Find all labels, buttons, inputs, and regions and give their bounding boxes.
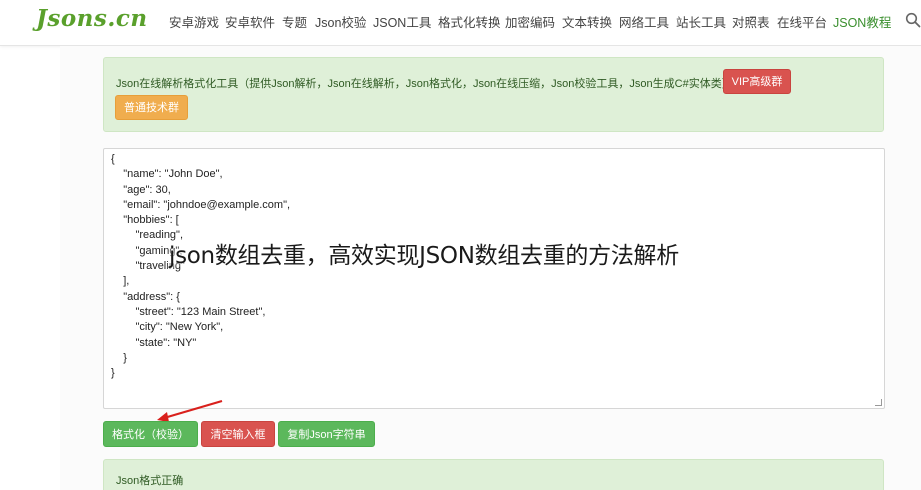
nav-item-webmaster-tools[interactable]: 站长工具	[676, 12, 726, 31]
tech-group-button[interactable]: 普通技术群	[115, 95, 188, 120]
code-line: "state": "NY"	[111, 336, 197, 349]
tool-description: Json在线解析格式化工具（提供Json解析，Json在线解析，Json格式化，…	[116, 78, 733, 90]
nav-item-json-validate[interactable]: Json校验	[315, 12, 366, 31]
code-line: {	[111, 153, 115, 165]
tool-info-alert: Json在线解析格式化工具（提供Json解析，Json在线解析，Json格式化，…	[103, 57, 884, 132]
nav-item-json-tools[interactable]: JSON工具	[373, 12, 431, 31]
nav-item-online-platform[interactable]: 在线平台	[777, 12, 827, 31]
code-line: "name": "John Doe",	[111, 168, 223, 181]
code-line: "street": "123 Main Street",	[111, 305, 266, 318]
code-line: ],	[111, 275, 130, 288]
nav-item-android-software[interactable]: 安卓软件	[225, 12, 275, 31]
resize-handle-icon[interactable]	[875, 399, 882, 406]
code-line: }	[111, 367, 115, 380]
validation-result-alert: Json格式正确	[103, 459, 884, 490]
search-icon[interactable]	[905, 12, 921, 28]
code-line: "city": "New York",	[111, 321, 224, 334]
clear-input-button[interactable]: 清空输入框	[201, 421, 275, 447]
code-line: "age": 30,	[111, 183, 171, 196]
nav-item-encrypt-encode[interactable]: 加密编码	[505, 12, 555, 31]
nav-item-reference-tables[interactable]: 对照表	[732, 12, 770, 31]
nav-item-network-tools[interactable]: 网络工具	[619, 12, 669, 31]
code-line: "address": {	[111, 290, 180, 303]
code-line: }	[111, 351, 127, 364]
vip-group-button[interactable]: VIP高级群	[723, 69, 791, 94]
nav-item-format-convert[interactable]: 格式化转换	[438, 12, 501, 31]
validation-result-text: Json格式正确	[116, 475, 184, 487]
nav-item-json-tutorial[interactable]: JSON教程	[833, 12, 891, 31]
top-navbar: Jsons.cn 安卓游戏 安卓软件 专题 Json校验 JSON工具 格式化转…	[0, 0, 921, 46]
article-title-overlay: json数组去重，高效实现JSON数组去重的方法解析	[169, 243, 679, 269]
site-logo[interactable]: Jsons.cn	[36, 5, 148, 32]
code-line: "email": "johndoe@example.com",	[111, 198, 291, 211]
nav-item-text-convert[interactable]: 文本转换	[562, 12, 612, 31]
nav-item-topics[interactable]: 专题	[282, 12, 307, 31]
code-line: "hobbies": [	[111, 214, 179, 227]
json-input-textarea[interactable]: { "name": "John Doe", "age": 30, "email"…	[103, 148, 885, 409]
format-validate-button[interactable]: 格式化（校验）	[103, 421, 198, 447]
copy-json-button[interactable]: 复制Json字符串	[278, 421, 375, 447]
nav-item-android-games[interactable]: 安卓游戏	[169, 12, 219, 31]
